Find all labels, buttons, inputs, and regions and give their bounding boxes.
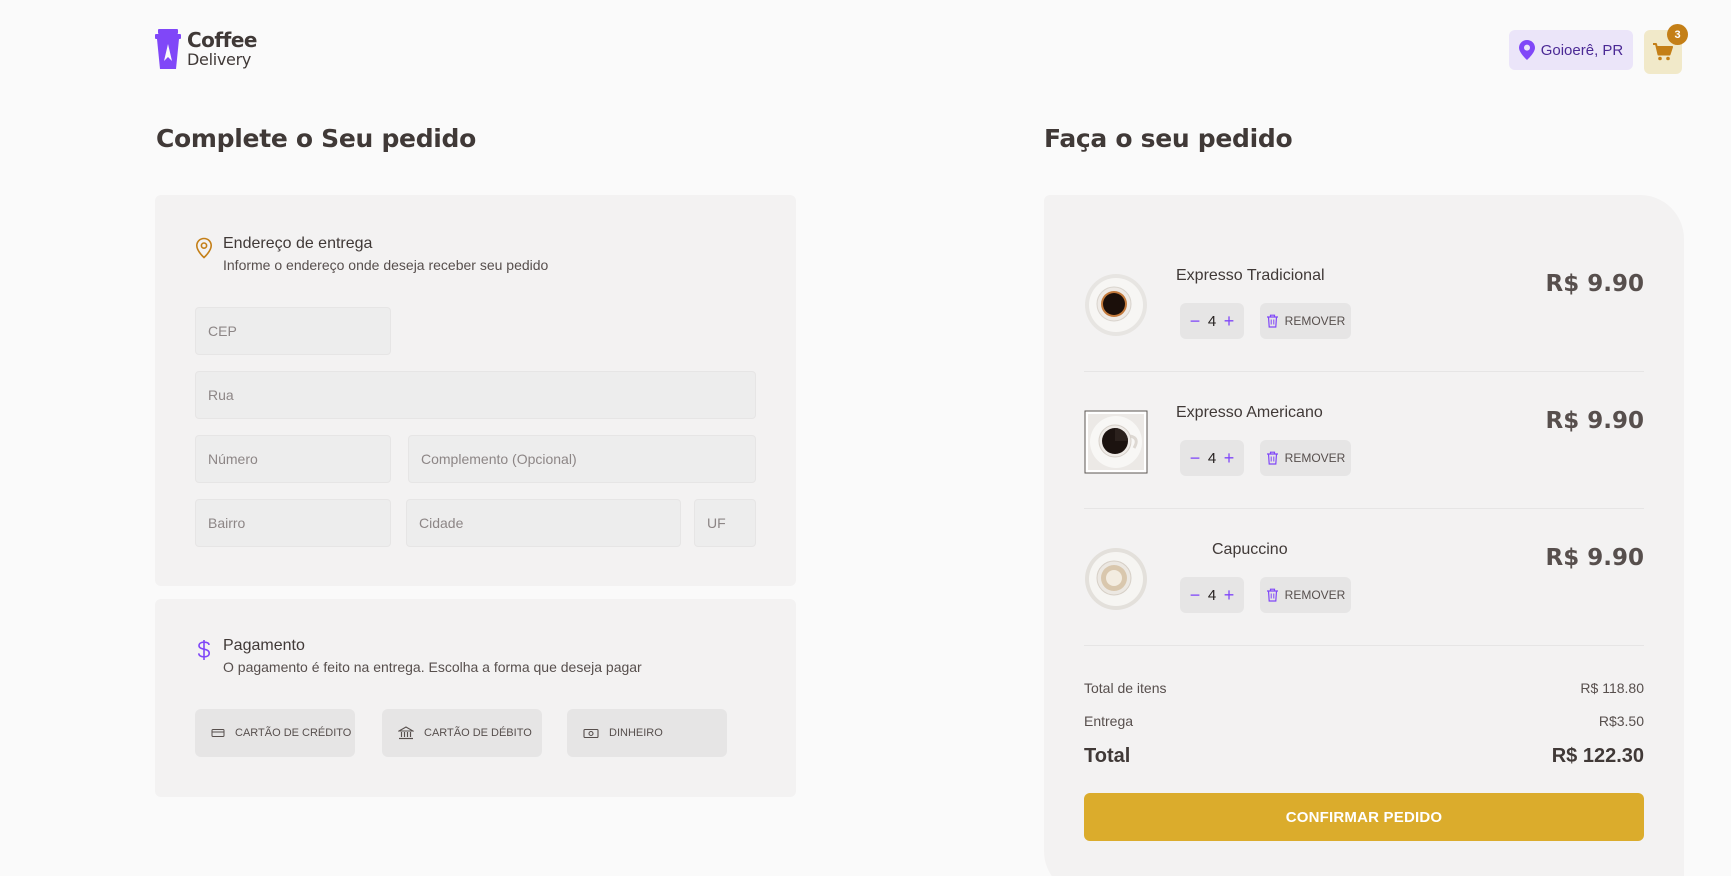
payment-card: Pagamento O pagamento é feito na entrega… xyxy=(155,599,796,797)
order-item-expresso-americano: Expresso Americano − 4 + REMOVER R$ 9.90 xyxy=(1084,372,1644,509)
minus-button[interactable]: − xyxy=(1190,586,1201,604)
grand-total-row: Total R$ 122.30 xyxy=(1084,745,1644,768)
remove-button[interactable]: REMOVER xyxy=(1260,303,1351,339)
minus-button[interactable]: − xyxy=(1190,449,1201,467)
logo-line1: Coffee xyxy=(187,28,257,52)
cart-button[interactable]: 3 xyxy=(1644,24,1688,74)
remove-button[interactable]: REMOVER xyxy=(1260,440,1351,476)
order-card: Expresso Tradicional − 4 + REMOVER R$ 9.… xyxy=(1044,195,1684,876)
dollar-sign-icon xyxy=(198,640,211,660)
quantity-value: 4 xyxy=(1207,586,1217,604)
shopping-cart-icon xyxy=(1653,43,1673,61)
item-name: Expresso Americano xyxy=(1176,404,1323,421)
trash-icon xyxy=(1266,588,1278,602)
expresso-americano-image xyxy=(1084,410,1148,474)
quantity-stepper: − 4 + xyxy=(1180,440,1244,476)
address-title: Endereço de entrega xyxy=(223,235,373,252)
quantity-stepper: − 4 + xyxy=(1180,303,1244,339)
address-subtitle: Informe o endereço onde deseja receber s… xyxy=(223,257,549,273)
expresso-tradicional-image xyxy=(1085,274,1147,336)
plus-button[interactable]: + xyxy=(1224,586,1235,604)
logo[interactable]: Coffee Delivery xyxy=(155,29,257,69)
payment-header: Pagamento O pagamento é feito na entrega… xyxy=(195,637,642,675)
order-item-expresso-tradicional: Expresso Tradicional − 4 + REMOVER R$ 9.… xyxy=(1084,235,1644,372)
coffee-cup-logo-icon xyxy=(155,29,181,69)
minus-button[interactable]: − xyxy=(1190,312,1201,330)
delivery-label: Entrega xyxy=(1084,713,1134,729)
grand-total-label: Total xyxy=(1084,745,1131,767)
delivery-row: Entrega R$3.50 xyxy=(1084,713,1644,729)
cidade-input[interactable] xyxy=(406,499,681,547)
order-title: Faça o seu pedido xyxy=(1044,124,1293,153)
remove-label: REMOVER xyxy=(1284,314,1346,328)
delivery-value: R$3.50 xyxy=(1598,713,1644,729)
items-total-value: R$ 118.80 xyxy=(1580,680,1644,696)
numero-input[interactable] xyxy=(195,435,391,483)
confirm-order-button[interactable]: CONFIRMAR PEDIDO xyxy=(1084,793,1644,841)
map-pin-outline-icon xyxy=(195,237,213,259)
remove-button[interactable]: REMOVER xyxy=(1260,577,1351,613)
address-header: Endereço de entrega Informe o endereço o… xyxy=(195,235,548,273)
items-total-label: Total de itens xyxy=(1084,680,1167,696)
cep-input[interactable] xyxy=(195,307,391,355)
uf-input[interactable] xyxy=(694,499,756,547)
item-price: R$ 9.90 xyxy=(1545,271,1644,297)
quantity-stepper: − 4 + xyxy=(1180,577,1244,613)
payment-cash-label: DINHEIRO xyxy=(609,727,663,739)
payment-credit-card-button[interactable]: CARTÃO DE CRÉDITO xyxy=(195,709,355,757)
item-price: R$ 9.90 xyxy=(1545,545,1644,571)
item-price: R$ 9.90 xyxy=(1545,408,1644,434)
item-name: Capuccino xyxy=(1212,541,1288,558)
money-icon xyxy=(583,728,599,738)
payment-title: Pagamento xyxy=(223,637,305,654)
payment-debit-card-button[interactable]: CARTÃO DE DÉBITO xyxy=(382,709,542,757)
grand-total-value: R$ 122.30 xyxy=(1551,745,1644,767)
remove-label: REMOVER xyxy=(1284,451,1346,465)
payment-debit-card-label: CARTÃO DE DÉBITO xyxy=(424,727,532,739)
logo-line2: Delivery xyxy=(187,50,252,69)
location-label: Goioerê, PR xyxy=(1540,41,1624,59)
order-item-capuccino: Capuccino − 4 + REMOVER R$ 9.90 xyxy=(1084,509,1644,646)
rua-input[interactable] xyxy=(195,371,756,419)
logo-text: Coffee Delivery xyxy=(187,30,257,68)
checkout-title: Complete o Seu pedido xyxy=(156,124,477,153)
quantity-value: 4 xyxy=(1207,312,1217,330)
items-total-row: Total de itens R$ 118.80 xyxy=(1084,680,1644,696)
location-badge[interactable]: Goioerê, PR xyxy=(1509,30,1633,70)
complemento-input[interactable] xyxy=(408,435,756,483)
trash-icon xyxy=(1266,314,1278,328)
address-card: Endereço de entrega Informe o endereço o… xyxy=(155,195,796,586)
bairro-input[interactable] xyxy=(195,499,391,547)
remove-label: REMOVER xyxy=(1284,588,1346,602)
capuccino-image xyxy=(1085,548,1147,610)
credit-card-icon xyxy=(211,729,225,737)
bank-icon xyxy=(398,726,414,740)
map-pin-icon xyxy=(1518,40,1535,60)
quantity-value: 4 xyxy=(1207,449,1217,467)
item-name: Expresso Tradicional xyxy=(1176,267,1325,284)
plus-button[interactable]: + xyxy=(1224,312,1235,330)
payment-subtitle: O pagamento é feito na entrega. Escolha … xyxy=(223,659,642,675)
cart-count-badge: 3 xyxy=(1667,24,1688,45)
payment-cash-button[interactable]: DINHEIRO xyxy=(567,709,727,757)
plus-button[interactable]: + xyxy=(1224,449,1235,467)
payment-credit-card-label: CARTÃO DE CRÉDITO xyxy=(235,727,352,739)
trash-icon xyxy=(1266,451,1278,465)
